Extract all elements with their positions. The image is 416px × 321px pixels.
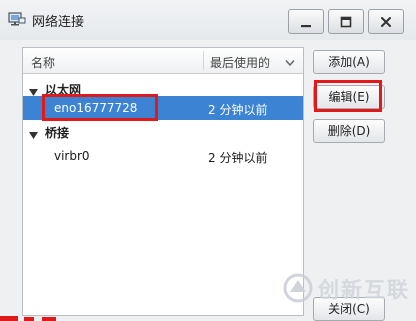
group-label: 桥接 — [45, 126, 70, 140]
title-bar[interactable]: 网络连接 — [0, 0, 416, 40]
group-row-bridge[interactable]: 桥接 — [23, 121, 303, 143]
network-app-icon — [8, 12, 26, 28]
column-header-last-used[interactable]: 最后使用的 — [210, 54, 270, 71]
close-icon — [380, 16, 392, 28]
connection-name: virbr0 — [54, 149, 90, 163]
minimize-icon — [300, 16, 312, 28]
corner-annotation-fragment — [0, 312, 70, 321]
maximize-button[interactable] — [328, 9, 364, 34]
add-button[interactable]: 添加(A) — [313, 50, 385, 74]
column-header-name[interactable]: 名称 — [31, 54, 55, 71]
column-divider — [203, 51, 204, 70]
maximize-icon — [340, 16, 352, 28]
delete-button[interactable]: 删除(D) — [313, 119, 385, 143]
connection-list[interactable]: 名称 最后使用的 以太网 eno16777728 2 分钟以前 桥接 virbr… — [22, 47, 304, 316]
watermark-text: 创新互联 — [318, 278, 410, 302]
minimize-button[interactable] — [288, 9, 324, 34]
expand-arrow-icon[interactable] — [29, 128, 38, 142]
list-header: 名称 最后使用的 — [23, 48, 303, 74]
highlight-box-edit — [314, 80, 382, 112]
close-window-button[interactable] — [368, 9, 404, 34]
connection-last-used: 2 分钟以前 — [208, 103, 268, 117]
watermark-logo-icon — [282, 272, 314, 307]
watermark: 创新互联 — [282, 270, 416, 310]
network-connections-window: 网络连接 名称 最后使用的 以太网 eno16777728 2 分钟以前 桥接 … — [0, 0, 416, 321]
highlight-box-connection — [42, 94, 158, 121]
connection-row-virbr0[interactable]: virbr0 2 分钟以前 — [23, 144, 303, 168]
chevron-down-icon[interactable] — [285, 56, 295, 70]
window-title: 网络连接 — [32, 15, 85, 30]
connection-last-used: 2 分钟以前 — [208, 151, 268, 165]
